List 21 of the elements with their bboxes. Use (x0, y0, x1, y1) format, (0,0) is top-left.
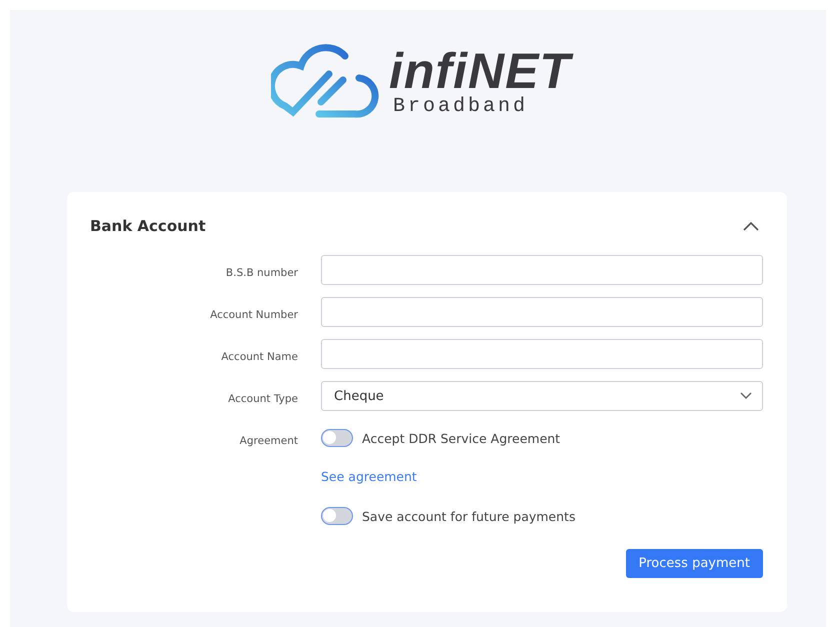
account-type-dropdown[interactable]: Cheque (321, 381, 763, 411)
chevron-down-icon (740, 392, 752, 400)
chevron-up-icon (743, 221, 759, 231)
field-label: Agreement (240, 434, 298, 446)
field-label: Account Type (228, 392, 298, 404)
input-field[interactable] (321, 297, 763, 327)
agreement-link[interactable]: See agreement (321, 468, 417, 484)
process-payment-button[interactable]: Process payment (626, 549, 763, 578)
toggle-switch[interactable] (321, 429, 353, 447)
card-title: Bank Account (90, 217, 206, 235)
toggle-label: Save account for future payments (362, 508, 576, 524)
brand-name: infiNET (389, 46, 571, 96)
input-field[interactable] (321, 339, 763, 369)
toggle-label: Accept DDR Service Agreement (362, 430, 560, 446)
field-label: Account Name (221, 350, 298, 362)
cloud-logo-icon (271, 44, 379, 120)
field-label: B.S.B number (226, 266, 298, 278)
input-field[interactable] (321, 255, 763, 285)
field-label: Account Number (210, 308, 298, 320)
toggle-switch[interactable] (321, 507, 353, 525)
brand-tagline: Broadband (393, 96, 528, 118)
